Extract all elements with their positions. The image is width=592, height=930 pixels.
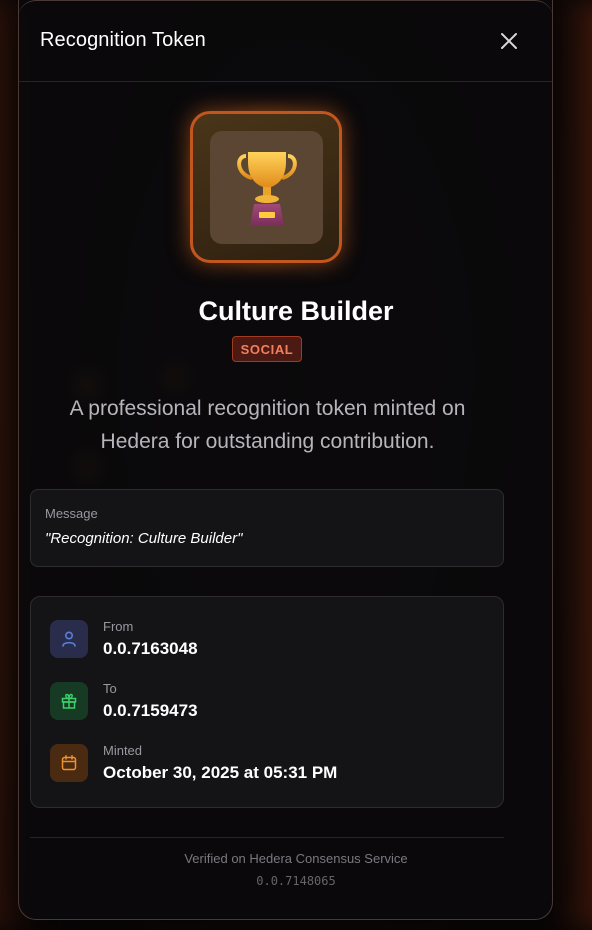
to-label: To — [103, 681, 117, 696]
minted-value: October 30, 2025 at 05:31 PM — [103, 763, 338, 782]
badge-frame — [190, 111, 342, 263]
modal-title: Recognition Token — [40, 29, 206, 51]
token-description: A professional recognition token minted … — [69, 397, 466, 453]
topic-id[interactable]: 0.0.7148065 — [0, 874, 592, 888]
category-badge: SOCIAL — [232, 336, 302, 362]
from-label: From — [103, 619, 134, 634]
close-icon — [501, 32, 517, 49]
minted-text: Minted October 30, 2025 at 05:31 PM — [103, 743, 337, 783]
detail-row-to: To 0.0.7159473 — [50, 681, 198, 721]
verified-text: Verified on Hedera Consensus Service — [184, 851, 408, 866]
badge-inner — [210, 131, 323, 244]
calendar-icon — [61, 755, 77, 771]
footer-divider — [30, 837, 504, 838]
to-icon-box — [50, 682, 88, 720]
token-name: Culture Builder — [198, 296, 394, 326]
message-text: "Recognition: Culture Builder" — [45, 530, 243, 547]
detail-row-minted: Minted October 30, 2025 at 05:31 PM — [50, 743, 337, 783]
from-value: 0.0.7163048 — [103, 639, 198, 658]
message-label: Message — [45, 506, 98, 521]
transfer-details-card: From 0.0.7163048 To 0.0.7159473 Minted O… — [30, 596, 504, 808]
from-text: From 0.0.7163048 — [103, 619, 198, 659]
gift-icon — [61, 693, 77, 709]
trophy-icon — [236, 151, 297, 226]
to-text: To 0.0.7159473 — [103, 681, 198, 721]
minted-icon-box — [50, 744, 88, 782]
detail-row-from: From 0.0.7163048 — [50, 619, 198, 659]
close-button[interactable] — [496, 28, 522, 54]
user-icon — [62, 631, 76, 647]
minted-label: Minted — [103, 743, 143, 758]
token-badge — [176, 97, 356, 277]
to-value: 0.0.7159473 — [103, 701, 198, 720]
message-card: Message "Recognition: Culture Builder" — [30, 489, 504, 567]
from-icon-box — [50, 620, 88, 658]
modal-header: Recognition Token — [19, 0, 552, 82]
backdrop-glow-right — [552, 0, 592, 930]
